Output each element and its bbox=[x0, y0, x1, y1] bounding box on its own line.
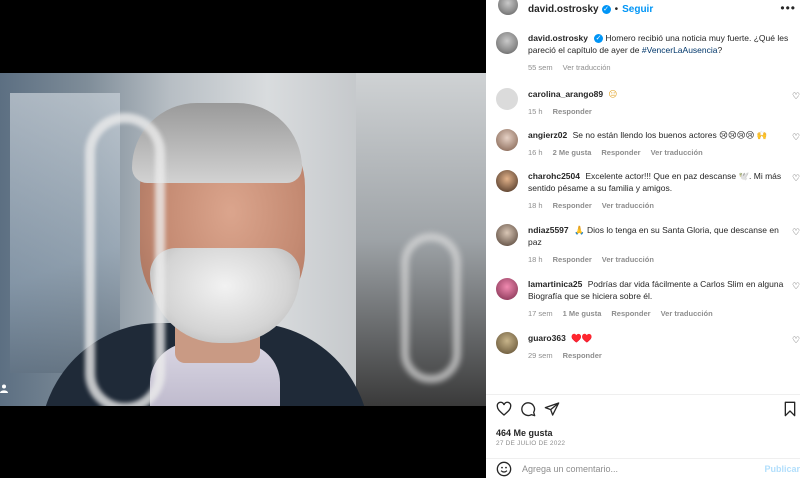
comment-time[interactable]: 17 sem bbox=[528, 308, 553, 320]
author-username[interactable]: david.ostrosky bbox=[528, 4, 599, 15]
verified-badge-icon: ✓ bbox=[594, 34, 603, 43]
comment-like-icon[interactable]: ♡ bbox=[792, 335, 800, 346]
comments-thread[interactable]: david.ostrosky ✓ Homero recibió una notic… bbox=[486, 32, 800, 390]
commenter-avatar[interactable] bbox=[496, 278, 518, 300]
comment-composer: Publicar bbox=[486, 458, 800, 478]
comment-time[interactable]: 18 h bbox=[528, 254, 543, 266]
comment-reply-button[interactable]: Responder bbox=[563, 350, 602, 362]
comment-time[interactable]: 15 h bbox=[528, 106, 543, 118]
comment-like-icon[interactable]: ♡ bbox=[792, 227, 800, 238]
comment-reply-button[interactable]: Responder bbox=[611, 308, 650, 320]
comment-username[interactable]: carolina_arango89 bbox=[528, 89, 603, 99]
publish-button[interactable]: Publicar bbox=[764, 464, 800, 474]
commenter-avatar[interactable] bbox=[496, 129, 518, 151]
post-photo[interactable] bbox=[0, 73, 486, 406]
comment-translate-link[interactable]: Ver traducción bbox=[661, 308, 713, 320]
caption-avatar[interactable] bbox=[496, 32, 518, 54]
comment-like-icon[interactable]: ♡ bbox=[792, 281, 800, 292]
heart-icon[interactable] bbox=[496, 401, 512, 417]
verified-badge-icon: ✓ bbox=[601, 4, 611, 14]
comment-username[interactable]: lamartinica25 bbox=[528, 279, 582, 289]
caption-time[interactable]: 55 sem bbox=[528, 62, 553, 74]
comment-likes-count[interactable]: 2 Me gusta bbox=[553, 147, 592, 159]
photo-foreground-blur bbox=[85, 113, 165, 406]
comment-text: Se no están llendo los buenos actores 😢😢… bbox=[572, 130, 768, 140]
comment-like-icon[interactable]: ♡ bbox=[792, 132, 800, 143]
commenter-avatar[interactable] bbox=[496, 170, 518, 192]
commenter-avatar[interactable] bbox=[496, 332, 518, 354]
comment-row: guaro363 ♥️♥️ 29 sem Responder ♡ bbox=[486, 332, 800, 362]
comment-text: ♥️♥️ bbox=[571, 333, 593, 343]
comment-username[interactable]: ndiaz5597 bbox=[528, 225, 569, 235]
header-separator: • bbox=[614, 3, 619, 15]
comment-reply-button[interactable]: Responder bbox=[553, 254, 592, 266]
comment-row: carolina_arango89 😐 15 h Responder ♡ bbox=[486, 88, 800, 118]
comment-row: charohc2504 Excelente actor!!! Que en pa… bbox=[486, 170, 800, 212]
comment-row: angierz02 Se no están llendo los buenos … bbox=[486, 129, 800, 159]
comment-input[interactable] bbox=[522, 463, 752, 474]
comment-likes-count[interactable]: 1 Me gusta bbox=[563, 308, 602, 320]
comment-time[interactable]: 29 sem bbox=[528, 350, 553, 362]
comment-time[interactable]: 18 h bbox=[528, 200, 543, 212]
comment-translate-link[interactable]: Ver traducción bbox=[651, 147, 703, 159]
comment-translate-link[interactable]: Ver traducción bbox=[602, 200, 654, 212]
post-date[interactable]: 27 DE JULIO DE 2022 bbox=[496, 440, 565, 447]
likes-count[interactable]: 464 Me gusta bbox=[496, 428, 553, 438]
caption-text-end: ? bbox=[717, 45, 723, 55]
comment-username[interactable]: angierz02 bbox=[528, 130, 567, 140]
commenter-avatar[interactable] bbox=[496, 88, 518, 110]
comment-text: 😐 bbox=[608, 89, 618, 99]
comment-reply-button[interactable]: Responder bbox=[553, 200, 592, 212]
comment-reply-button[interactable]: Responder bbox=[601, 147, 640, 159]
comment-username[interactable]: charohc2504 bbox=[528, 171, 580, 181]
comment-row: lamartinica25 Podrías dar vida fácilment… bbox=[486, 278, 800, 320]
post-header: david.ostrosky ✓ • Seguir ••• bbox=[486, 0, 800, 18]
post-actions-bar bbox=[486, 394, 800, 424]
author-avatar[interactable] bbox=[498, 0, 518, 15]
caption-row: david.ostrosky ✓ Homero recibió una notic… bbox=[486, 32, 800, 74]
comment-time[interactable]: 16 h bbox=[528, 147, 543, 159]
comment-translate-link[interactable]: Ver traducción bbox=[602, 254, 654, 266]
caption-translate-link[interactable]: Ver traducción bbox=[563, 62, 611, 74]
caption-username[interactable]: david.ostrosky bbox=[528, 33, 588, 43]
follow-button[interactable]: Seguir bbox=[622, 4, 653, 15]
post-media-pane bbox=[0, 0, 486, 478]
comment-row: ndiaz5597 🙏 Dios lo tenga en su Santa Gl… bbox=[486, 224, 800, 266]
comment-username[interactable]: guaro363 bbox=[528, 333, 566, 343]
user-tag-icon[interactable] bbox=[0, 384, 8, 394]
comment-reply-button[interactable]: Responder bbox=[553, 106, 592, 118]
comment-like-icon[interactable]: ♡ bbox=[792, 91, 800, 102]
comment-icon[interactable] bbox=[520, 401, 536, 417]
bookmark-icon[interactable] bbox=[782, 401, 798, 417]
more-horizontal-icon[interactable]: ••• bbox=[780, 2, 796, 14]
commenter-avatar[interactable] bbox=[496, 224, 518, 246]
comment-like-icon[interactable]: ♡ bbox=[792, 173, 800, 184]
photo-foreground-blur-right bbox=[401, 233, 461, 383]
caption-hashtag[interactable]: #VencerLaAusencia bbox=[642, 45, 718, 55]
post-side-panel: david.ostrosky ✓ • Seguir ••• david.ostr… bbox=[486, 0, 800, 478]
share-icon[interactable] bbox=[544, 401, 560, 417]
emoji-icon[interactable] bbox=[496, 461, 512, 477]
